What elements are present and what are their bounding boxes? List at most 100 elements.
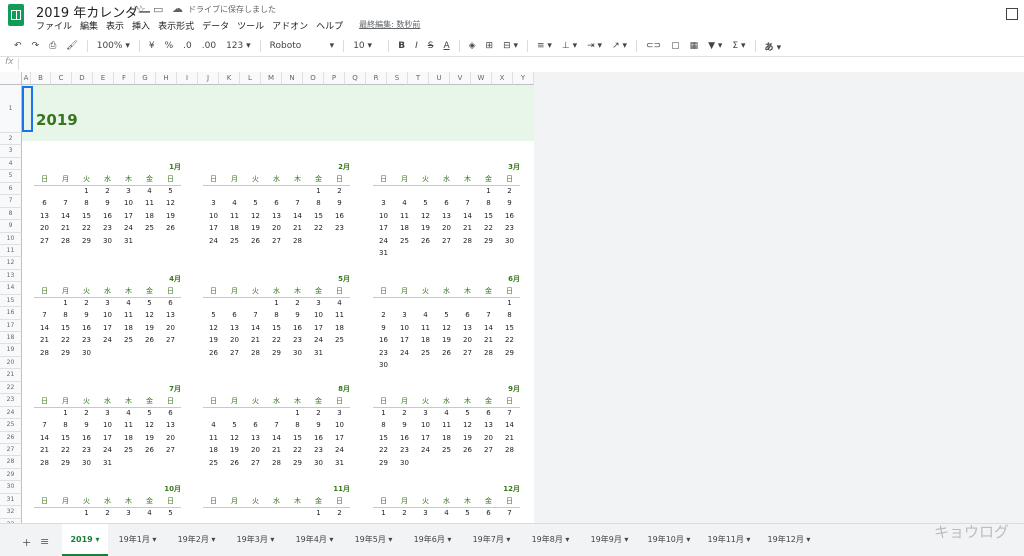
day-cell[interactable]: 8 bbox=[55, 311, 76, 319]
day-cell[interactable]: 23 bbox=[373, 349, 394, 357]
day-cell[interactable]: 27 bbox=[478, 446, 499, 454]
day-cell[interactable]: 26 bbox=[224, 459, 245, 467]
day-cell[interactable]: 12 bbox=[415, 212, 436, 220]
day-cell[interactable]: 13 bbox=[436, 212, 457, 220]
day-cell[interactable]: 2 bbox=[76, 299, 97, 307]
day-cell[interactable]: 15 bbox=[55, 324, 76, 332]
text-wrap-icon[interactable]: ⇥ ▾ bbox=[587, 41, 602, 51]
day-cell[interactable]: 16 bbox=[499, 212, 520, 220]
day-cell[interactable]: 15 bbox=[478, 212, 499, 220]
day-cell[interactable]: 4 bbox=[139, 509, 160, 517]
day-cell[interactable]: 2 bbox=[394, 409, 415, 417]
sheet-tab[interactable]: 19年6月 ▾ bbox=[403, 524, 462, 556]
day-cell[interactable]: 4 bbox=[139, 187, 160, 195]
text-rotate-icon[interactable]: ↗ ▾ bbox=[612, 41, 627, 51]
day-cell[interactable]: 2 bbox=[394, 509, 415, 517]
column-header[interactable]: I bbox=[177, 72, 198, 85]
day-cell[interactable]: 12 bbox=[139, 311, 160, 319]
sheet-tab[interactable]: 19年8月 ▾ bbox=[521, 524, 580, 556]
day-cell[interactable]: 13 bbox=[266, 212, 287, 220]
day-cell[interactable]: 16 bbox=[308, 434, 329, 442]
day-cell[interactable]: 20 bbox=[457, 336, 478, 344]
day-cell[interactable]: 5 bbox=[203, 311, 224, 319]
day-cell[interactable]: 20 bbox=[160, 324, 181, 332]
day-cell[interactable]: 17 bbox=[118, 212, 139, 220]
day-cell[interactable]: 26 bbox=[160, 224, 181, 232]
day-cell[interactable]: 1 bbox=[373, 409, 394, 417]
day-cell[interactable]: 18 bbox=[224, 224, 245, 232]
day-cell[interactable]: 3 bbox=[415, 509, 436, 517]
insert-chart-icon[interactable]: ▦ bbox=[690, 41, 699, 51]
paint-format-icon[interactable]: 🖌 bbox=[66, 41, 77, 51]
day-cell[interactable]: 17 bbox=[329, 434, 350, 442]
day-cell[interactable]: 16 bbox=[329, 212, 350, 220]
day-cell[interactable]: 14 bbox=[287, 212, 308, 220]
move-folder-icon[interactable]: ▭ bbox=[153, 3, 163, 16]
day-cell[interactable]: 26 bbox=[245, 237, 266, 245]
day-cell[interactable]: 6 bbox=[245, 421, 266, 429]
column-header[interactable]: E bbox=[93, 72, 114, 85]
sheet-tab[interactable]: 19年3月 ▾ bbox=[226, 524, 285, 556]
row-header[interactable]: 24 bbox=[0, 406, 22, 420]
day-cell[interactable]: 23 bbox=[308, 446, 329, 454]
day-cell[interactable]: 8 bbox=[287, 421, 308, 429]
day-cell[interactable]: 8 bbox=[76, 199, 97, 207]
day-cell[interactable]: 1 bbox=[76, 187, 97, 195]
day-cell[interactable]: 10 bbox=[118, 199, 139, 207]
tab-menu-arrow-icon[interactable]: ▾ bbox=[327, 535, 333, 544]
merge-cells-icon[interactable]: ⊟ ▾ bbox=[503, 41, 518, 51]
day-cell[interactable]: 5 bbox=[160, 509, 181, 517]
day-cell[interactable]: 12 bbox=[224, 434, 245, 442]
more-formats-select[interactable]: 123 ▾ bbox=[226, 41, 251, 51]
day-cell[interactable]: 11 bbox=[394, 212, 415, 220]
day-cell[interactable]: 23 bbox=[76, 446, 97, 454]
day-cell[interactable]: 13 bbox=[160, 311, 181, 319]
menu-insert[interactable]: 挿入 bbox=[132, 19, 150, 33]
select-all-corner[interactable] bbox=[0, 72, 22, 85]
day-cell[interactable]: 9 bbox=[499, 199, 520, 207]
day-cell[interactable]: 27 bbox=[34, 237, 55, 245]
day-cell[interactable]: 2 bbox=[373, 311, 394, 319]
day-cell[interactable]: 7 bbox=[34, 311, 55, 319]
column-header[interactable]: K bbox=[219, 72, 240, 85]
day-cell[interactable]: 6 bbox=[160, 299, 181, 307]
day-cell[interactable]: 14 bbox=[499, 421, 520, 429]
sheet-tab[interactable]: 19年10月 ▾ bbox=[639, 524, 699, 556]
day-cell[interactable]: 19 bbox=[436, 336, 457, 344]
day-cell[interactable]: 5 bbox=[139, 299, 160, 307]
day-cell[interactable]: 25 bbox=[203, 459, 224, 467]
day-cell[interactable]: 26 bbox=[436, 349, 457, 357]
borders-icon[interactable]: ⊞ bbox=[486, 41, 494, 51]
day-cell[interactable]: 20 bbox=[478, 434, 499, 442]
day-cell[interactable]: 3 bbox=[118, 187, 139, 195]
day-cell[interactable]: 17 bbox=[97, 434, 118, 442]
increase-decimal-button[interactable]: .00 bbox=[202, 41, 216, 51]
add-sheet-button[interactable]: + bbox=[22, 536, 31, 549]
day-cell[interactable]: 25 bbox=[329, 336, 350, 344]
day-cell[interactable]: 4 bbox=[415, 311, 436, 319]
day-cell[interactable]: 26 bbox=[139, 336, 160, 344]
menu-file[interactable]: ファイル bbox=[36, 19, 72, 33]
day-cell[interactable]: 23 bbox=[287, 336, 308, 344]
insert-comment-icon[interactable]: ▢ bbox=[671, 41, 680, 51]
day-cell[interactable]: 5 bbox=[245, 199, 266, 207]
day-cell[interactable]: 31 bbox=[373, 249, 394, 257]
day-cell[interactable]: 16 bbox=[373, 336, 394, 344]
day-cell[interactable]: 14 bbox=[245, 324, 266, 332]
day-cell[interactable]: 30 bbox=[287, 349, 308, 357]
column-header[interactable]: F bbox=[114, 72, 135, 85]
day-cell[interactable]: 18 bbox=[329, 324, 350, 332]
day-cell[interactable]: 24 bbox=[97, 446, 118, 454]
day-cell[interactable]: 20 bbox=[34, 224, 55, 232]
day-cell[interactable]: 21 bbox=[245, 336, 266, 344]
day-cell[interactable]: 23 bbox=[97, 224, 118, 232]
row-header[interactable]: 11 bbox=[0, 244, 22, 258]
currency-button[interactable]: ¥ bbox=[149, 41, 155, 51]
day-cell[interactable]: 6 bbox=[478, 509, 499, 517]
day-cell[interactable]: 15 bbox=[499, 324, 520, 332]
day-cell[interactable]: 21 bbox=[499, 434, 520, 442]
day-cell[interactable]: 5 bbox=[224, 421, 245, 429]
day-cell[interactable]: 24 bbox=[97, 336, 118, 344]
day-cell[interactable]: 13 bbox=[160, 421, 181, 429]
day-cell[interactable]: 14 bbox=[457, 212, 478, 220]
